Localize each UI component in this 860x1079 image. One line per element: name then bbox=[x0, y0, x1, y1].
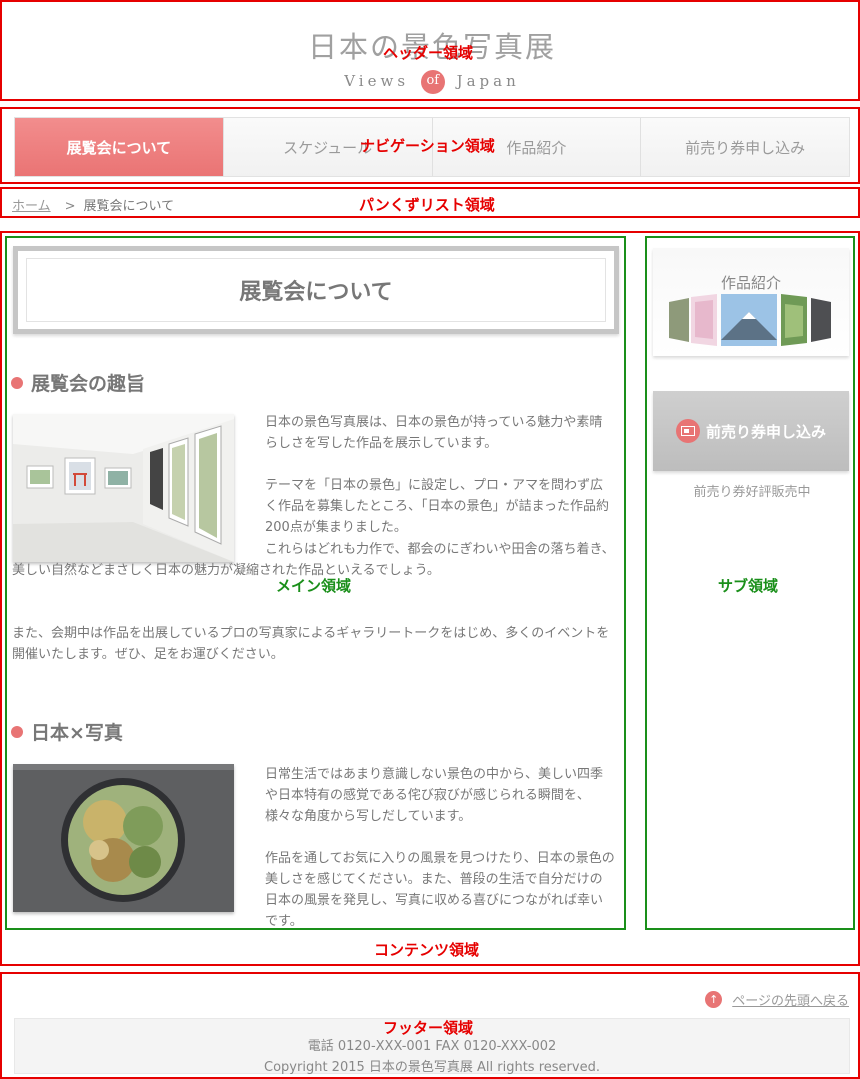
back-to-top-text: ページの先頭へ戻る bbox=[732, 994, 849, 1009]
footer-region-label: フッター領域 bbox=[383, 1019, 474, 1037]
works-banner-title: 作品紹介 bbox=[720, 274, 781, 292]
subtitle-of-badge: of bbox=[420, 70, 445, 94]
purpose-paragraph-1: 日本の景色写真展は、日本の景色が持っている魅力や素晴らしさを写した作品を展示して… bbox=[265, 415, 603, 451]
sub-region: 作品紹介 前売り券申し込み 前売り券好評販売中 サブ領域 bbox=[645, 236, 855, 930]
breadcrumb-current: 展覧会について bbox=[83, 199, 175, 214]
site-subtitle: Views of Japan bbox=[2, 70, 860, 94]
japan-paragraph-2: 作品を通してお気に入りの風景を見つけたり、日本の景色の美しさを感じてください。ま… bbox=[265, 851, 615, 929]
sub-region-label: サブ領域 bbox=[718, 577, 779, 595]
subtitle-japan: Japan bbox=[456, 72, 520, 90]
ticket-sale-note: 前売り券好評販売中 bbox=[693, 485, 811, 500]
round-window-image bbox=[13, 764, 234, 912]
section-heading-purpose: 展覧会の趣旨 bbox=[11, 369, 145, 396]
header-region-label: ヘッダー領域 bbox=[383, 44, 474, 62]
arrow-up-icon: ↑ bbox=[705, 991, 723, 1008]
ticket-banner-label: 前売り券申し込み bbox=[705, 422, 826, 441]
navigation-region: 展覧会について スケジュール 作品紹介 前売り券申し込み ナビゲーション領域 bbox=[0, 107, 860, 184]
navigation-region-label: ナビゲーション領域 bbox=[360, 137, 495, 155]
content-region-label: コンテンツ領域 bbox=[374, 941, 480, 959]
footer-region: ↑ ページの先頭へ戻る 電話 0120-XXX-001 FAX 0120-XXX… bbox=[0, 972, 860, 1079]
header-region: 日本の景色写真展 Views of Japan ヘッダー領域 bbox=[0, 0, 860, 101]
footer-copyright: Copyright 2015 日本の景色写真展 All rights reser… bbox=[264, 1060, 600, 1075]
main-region: 展覧会について 展覧会の趣旨 日本の景色写真展は、日本の景色が持っている魅力や素… bbox=[5, 236, 626, 930]
works-banner[interactable]: 作品紹介 bbox=[653, 248, 849, 356]
section-heading-japan-photo: 日本×写真 bbox=[11, 718, 123, 745]
page-title: 展覧会について bbox=[26, 258, 606, 322]
ticket-icon bbox=[675, 419, 700, 443]
subtitle-views: Views bbox=[344, 72, 410, 90]
japan-paragraph-1: 日常生活ではあまり意識しない景色の中から、美しい四季や日本特有の感覚である侘び寂… bbox=[265, 767, 604, 824]
round-window-photo bbox=[13, 764, 234, 912]
breadcrumb-home-link[interactable]: ホーム bbox=[12, 199, 51, 214]
bullet-dot-icon bbox=[11, 725, 23, 738]
purpose-paragraph-2: テーマを「日本の景色」に設定し、プロ・アマを問わず広く作品を募集したところ、「日… bbox=[265, 478, 609, 535]
ticket-application-banner[interactable]: 前売り券申し込み bbox=[653, 391, 849, 471]
section-heading-text: 日本×写真 bbox=[31, 722, 123, 744]
section-heading-text: 展覧会の趣旨 bbox=[31, 373, 146, 395]
breadcrumb-region-label: パンくずリスト領域 bbox=[359, 196, 495, 214]
bullet-dot-icon bbox=[11, 376, 23, 389]
back-to-top-link[interactable]: ↑ ページの先頭へ戻る bbox=[705, 990, 849, 1009]
breadcrumb-separator: > bbox=[64, 199, 76, 214]
works-gallery-thumbnails bbox=[669, 294, 831, 346]
breadcrumb-region: ホーム > 展覧会について パンくずリスト領域 bbox=[0, 187, 860, 218]
breadcrumb: ホーム > 展覧会について bbox=[12, 195, 174, 214]
page-heading-frame: 展覧会について bbox=[13, 246, 619, 334]
nav-item-about[interactable]: 展覧会について bbox=[15, 118, 224, 176]
purpose-paragraph-4: また、会期中は作品を出展しているプロの写真家によるギャラリートークをはじめ、多く… bbox=[12, 626, 610, 662]
nav-item-tickets[interactable]: 前売り券申し込み bbox=[641, 118, 849, 176]
main-region-label: メイン領域 bbox=[276, 577, 352, 595]
